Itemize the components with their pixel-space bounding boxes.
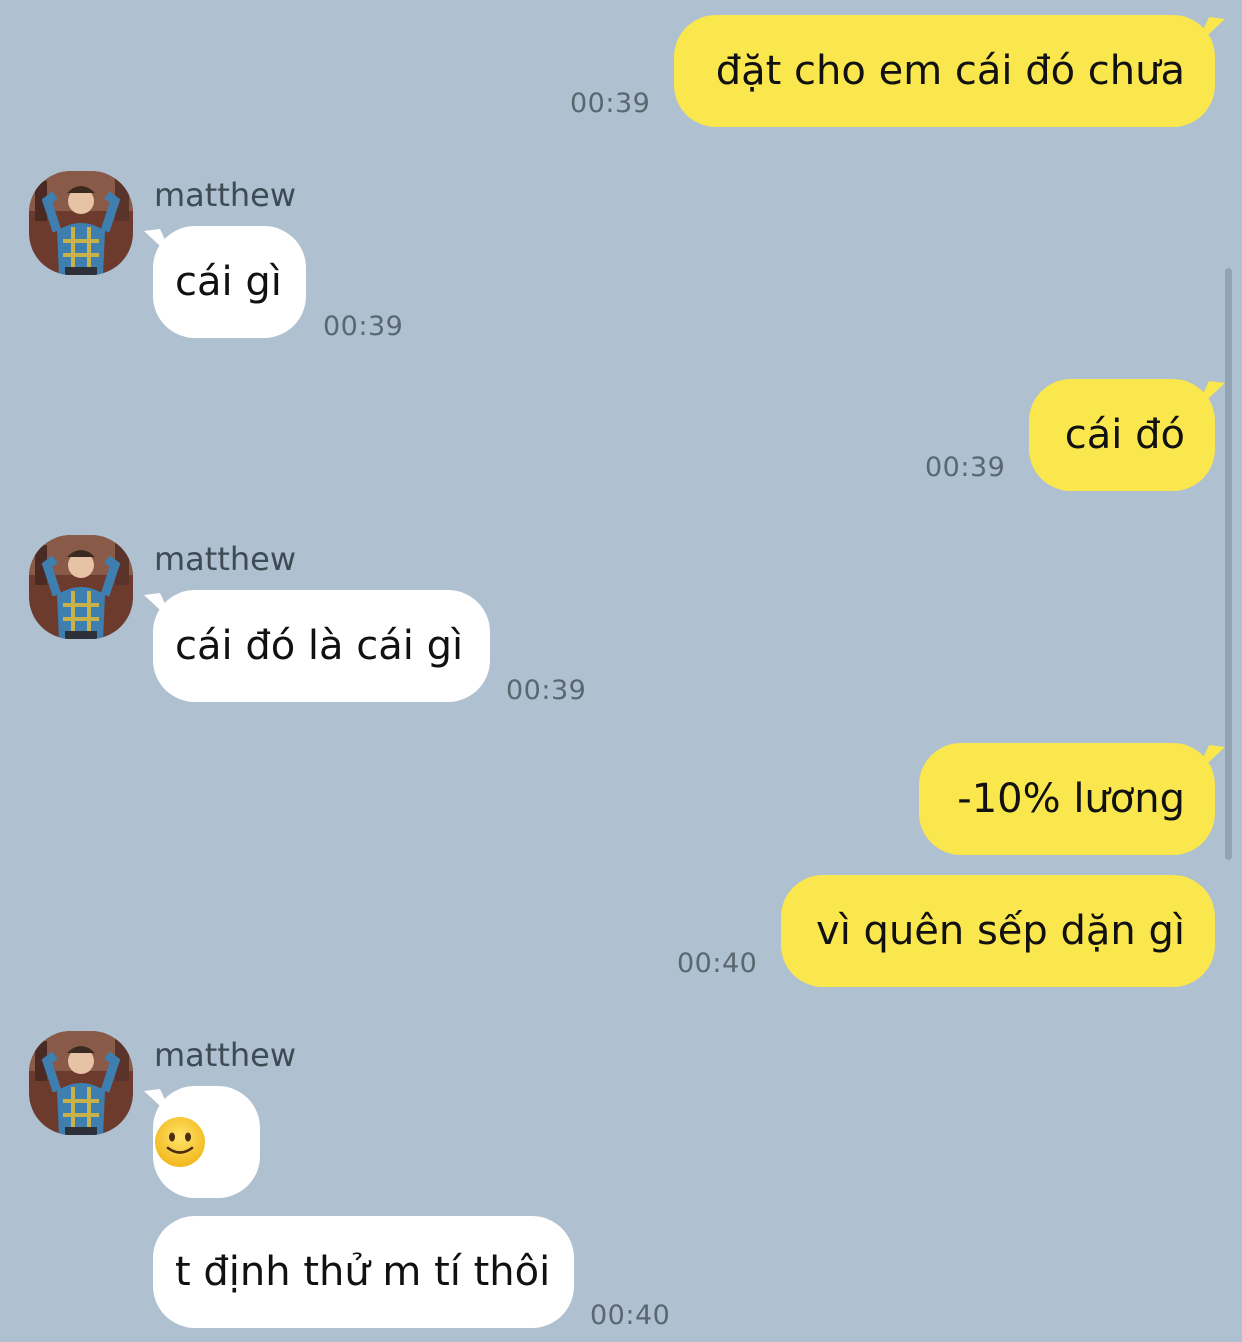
message-timestamp: 00:40: [677, 948, 758, 979]
outgoing-message-bubble[interactable]: vì quên sếp dặn gì: [781, 875, 1215, 987]
incoming-message-bubble[interactable]: t định thử m tí thôi: [153, 1216, 574, 1328]
outgoing-message-bubble[interactable]: -10% lương: [919, 743, 1215, 855]
contact-avatar[interactable]: [29, 535, 133, 639]
sender-name: matthew: [154, 540, 297, 578]
chat-scrollbar[interactable]: [1225, 268, 1232, 860]
message-timestamp: 00:40: [590, 1300, 671, 1331]
message-text: cái đó: [1064, 412, 1185, 458]
incoming-message-bubble[interactable]: cái đó là cái gì: [153, 590, 490, 702]
outgoing-message-bubble[interactable]: đặt cho em cái đó chưa: [674, 15, 1215, 127]
message-timestamp: 00:39: [506, 675, 587, 706]
message-timestamp: 00:39: [570, 88, 651, 119]
outgoing-message-bubble[interactable]: cái đó: [1029, 379, 1215, 491]
slightly-smiling-face-icon: [155, 1117, 205, 1167]
incoming-message-bubble[interactable]: [153, 1086, 260, 1198]
message-text: vì quên sếp dặn gì: [816, 908, 1185, 954]
bubble-tail: [1195, 17, 1225, 47]
message-text: đặt cho em cái đó chưa: [715, 48, 1185, 94]
message-text: cái gì: [175, 259, 282, 305]
message-text: cái đó là cái gì: [175, 623, 464, 669]
incoming-message-bubble[interactable]: cái gì: [153, 226, 306, 338]
contact-avatar[interactable]: [29, 1031, 133, 1135]
bubble-tail: [1195, 745, 1225, 775]
message-text: -10% lương: [957, 776, 1185, 822]
bubble-tail: [1195, 381, 1225, 411]
message-text: t định thử m tí thôi: [175, 1249, 551, 1295]
contact-avatar[interactable]: [29, 171, 133, 275]
message-timestamp: 00:39: [323, 311, 404, 342]
message-timestamp: 00:39: [925, 452, 1006, 483]
sender-name: matthew: [154, 1036, 297, 1074]
sender-name: matthew: [154, 176, 297, 214]
